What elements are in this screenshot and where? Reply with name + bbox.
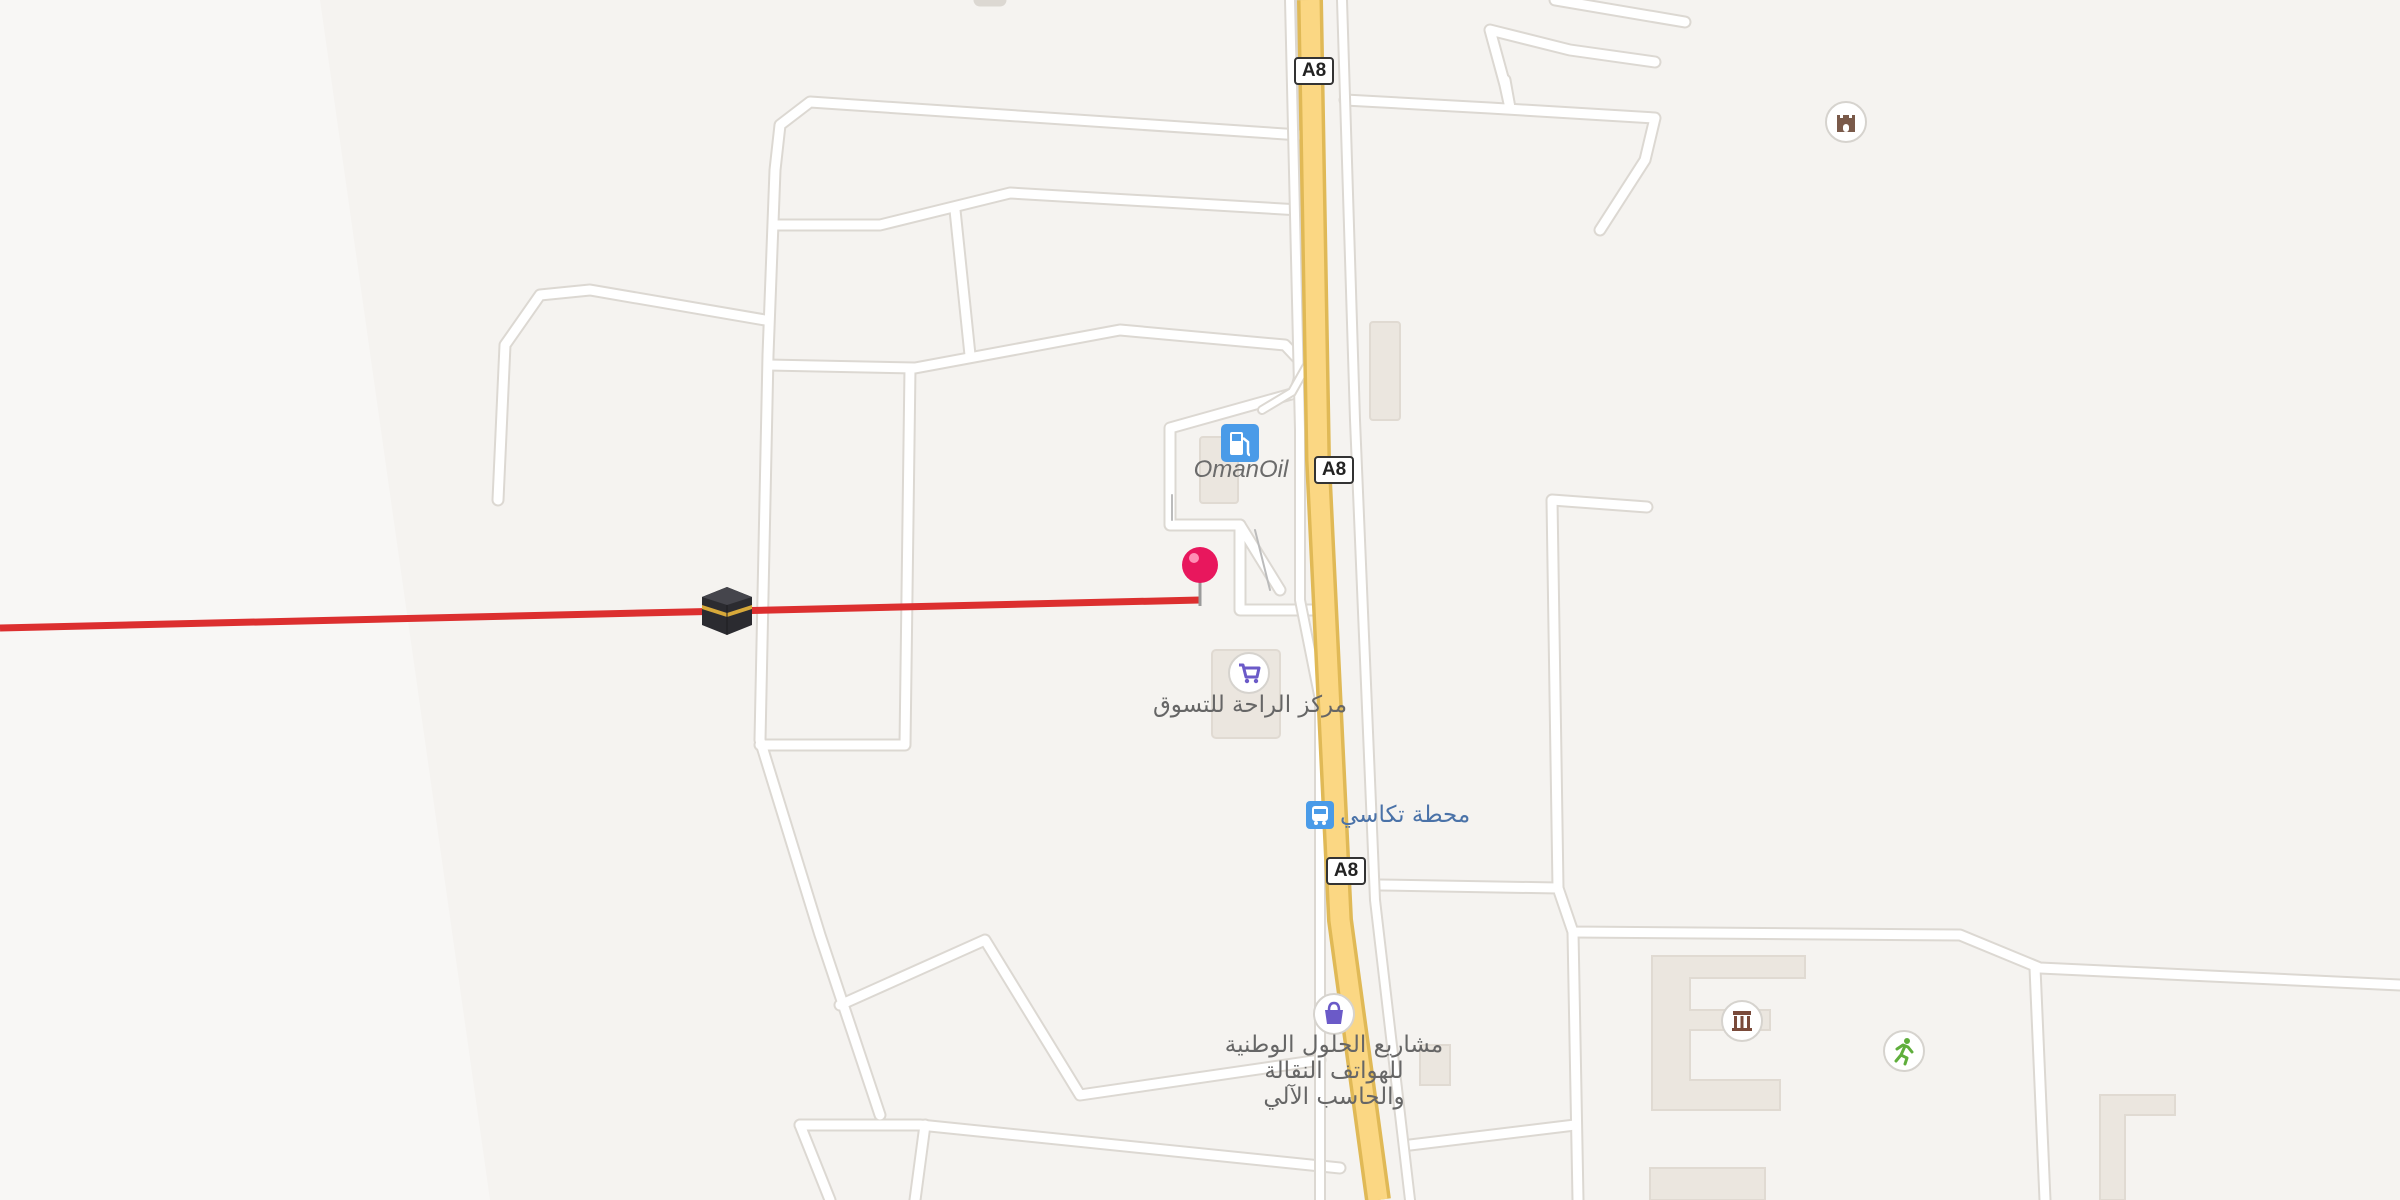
shopping-center-label[interactable]: مركز الراحة للتسوق: [1130, 692, 1370, 718]
terrain-area: [0, 0, 490, 1200]
label-line: للهواتف النقالة: [1264, 1058, 1404, 1084]
label-line: مشاريع الحلول الوطنية: [1224, 1032, 1444, 1058]
museum-icon[interactable]: [1721, 1000, 1763, 1046]
a8-road-shield: A8: [1294, 57, 1334, 85]
map-pin-icon[interactable]: [1180, 546, 1220, 612]
mobile-computer-projects-label[interactable]: مشاريع الحلول الوطنية للهواتف النقالة وا…: [1204, 1032, 1464, 1110]
taxi-station-label[interactable]: محطة تكاسي: [1340, 802, 1470, 828]
running-person-icon[interactable]: [1883, 1030, 1925, 1076]
castle-icon[interactable]: [1825, 101, 1867, 147]
a8-road-shield: A8: [1326, 857, 1366, 885]
streets: [491, 0, 2400, 1200]
kaaba-icon[interactable]: [698, 585, 756, 641]
bus-icon[interactable]: [1306, 801, 1334, 833]
label-line: والحاسب الآلي: [1263, 1084, 1405, 1110]
a8-road-shield: A8: [1314, 456, 1354, 484]
omanoil-label[interactable]: OmanOil: [1186, 456, 1296, 484]
